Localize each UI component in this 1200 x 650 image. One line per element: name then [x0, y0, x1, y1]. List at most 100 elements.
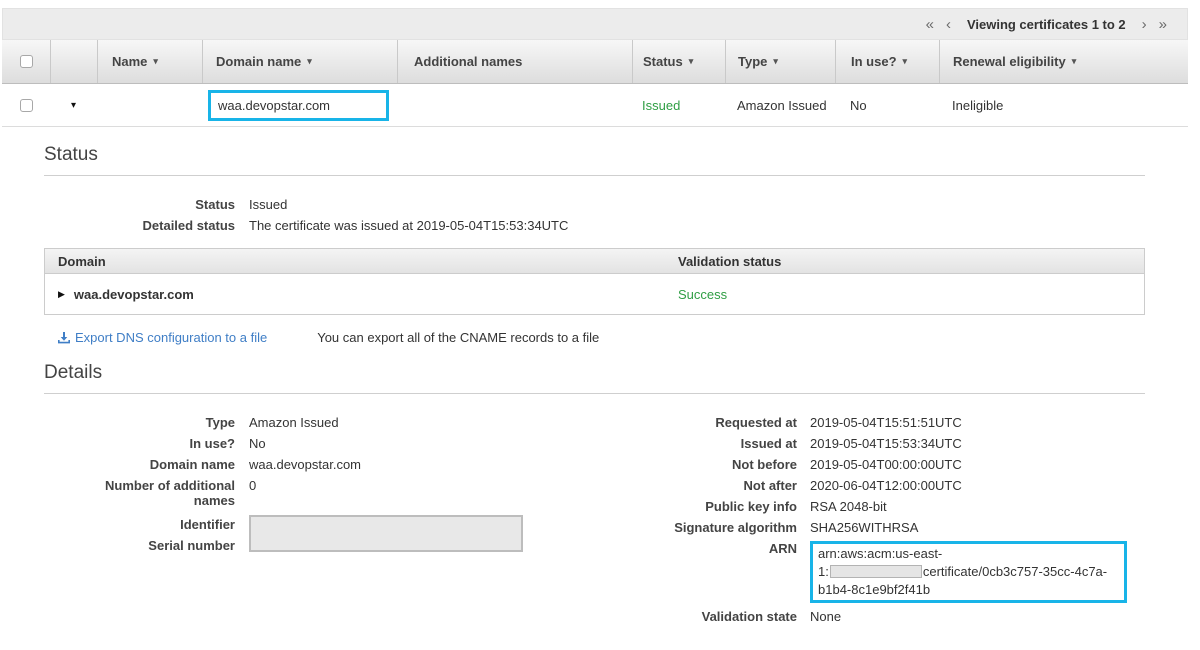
row-name-cell — [97, 84, 202, 126]
row-domain-value: waa.devopstar.com — [218, 98, 330, 113]
header-name-label: Name — [112, 54, 147, 69]
type-row: Type Amazon Issued — [44, 415, 602, 430]
in-use-label: In use? — [44, 436, 249, 451]
row-in-use-value: No — [850, 98, 867, 113]
issued-at-label: Issued at — [602, 436, 810, 451]
issued-at-value: 2019-05-04T15:53:34UTC — [810, 436, 962, 451]
row-type-cell: Amazon Issued — [725, 84, 835, 126]
signature-algorithm-label: Signature algorithm — [602, 520, 810, 535]
select-all-cell — [2, 40, 50, 83]
detailed-status-row: Detailed status The certificate was issu… — [44, 218, 1145, 233]
row-type-value: Amazon Issued — [737, 98, 827, 113]
sort-caret-icon: ▾ — [153, 56, 158, 67]
domain-validation-table: Domain Validation status ▶ waa.devopstar… — [44, 248, 1145, 315]
header-in-use[interactable]: In use? ▾ — [835, 40, 939, 83]
status-section: Status Status Issued Detailed status The… — [44, 127, 1145, 345]
arn-line-2: 1:certificate/0cb3c757-35cc-4c7a- — [818, 563, 1119, 581]
pagination-toolbar: « ‹ Viewing certificates 1 to 2 › » — [2, 8, 1188, 40]
requested-at-value: 2019-05-04T15:51:51UTC — [810, 415, 962, 430]
identifier-serial-redaction-box — [249, 515, 523, 552]
not-after-label: Not after — [602, 478, 810, 493]
domain-name-row: Domain name waa.devopstar.com — [44, 457, 602, 472]
not-before-label: Not before — [602, 457, 810, 472]
details-right-column: Requested at 2019-05-04T15:51:51UTC Issu… — [602, 415, 1145, 630]
header-domain-label: Domain name — [216, 54, 301, 69]
validation-state-row: Validation state None — [602, 609, 1145, 624]
acm-certificate-page: « ‹ Viewing certificates 1 to 2 › » Name… — [2, 8, 1188, 650]
download-icon — [57, 331, 71, 345]
row-in-use-cell: No — [835, 84, 939, 126]
domain-table-row: ▶ waa.devopstar.com Success — [45, 274, 1144, 314]
header-status[interactable]: Status ▾ — [632, 40, 725, 83]
expand-domain-icon[interactable]: ▶ — [58, 289, 65, 300]
header-additional-names: Additional names — [397, 40, 632, 83]
public-key-label: Public key info — [602, 499, 810, 514]
arn-line-2-suffix: certificate/0cb3c757-35cc-4c7a- — [923, 564, 1107, 579]
details-section-title: Details — [44, 345, 1145, 394]
validation-status-value: Success — [678, 287, 727, 302]
row-select-cell — [2, 84, 50, 126]
row-checkbox[interactable] — [20, 99, 33, 112]
domain-column-header: Domain — [45, 254, 678, 269]
additional-names-count-value: 0 — [249, 478, 256, 508]
in-use-row: In use? No — [44, 436, 602, 451]
header-type[interactable]: Type ▾ — [725, 40, 835, 83]
header-name[interactable]: Name ▾ — [97, 40, 202, 83]
header-domain-name[interactable]: Domain name ▾ — [202, 40, 397, 83]
requested-at-label: Requested at — [602, 415, 810, 430]
select-all-checkbox[interactable] — [20, 55, 33, 68]
pagination-label: Viewing certificates 1 to 2 — [967, 17, 1126, 32]
prev-page-icon[interactable]: ‹ — [940, 15, 957, 34]
arn-highlight-box: arn:aws:acm:us-east- 1:certificate/0cb3c… — [810, 541, 1127, 603]
domain-table-header: Domain Validation status — [45, 249, 1144, 274]
status-kv-block: Status Issued Detailed status The certif… — [44, 197, 1145, 233]
additional-names-count-row: Number of additional names 0 — [44, 478, 602, 508]
header-renewal-eligibility[interactable]: Renewal eligibility ▾ — [939, 40, 1188, 83]
details-grid: Type Amazon Issued In use? No Domain nam… — [44, 415, 1145, 650]
type-value: Amazon Issued — [249, 415, 339, 430]
signature-algorithm-value: SHA256WITHRSA — [810, 520, 918, 535]
details-left-column: Type Amazon Issued In use? No Domain nam… — [44, 415, 602, 630]
arn-line-1: arn:aws:acm:us-east- — [818, 545, 1119, 563]
detailed-status-label: Detailed status — [44, 218, 249, 233]
last-page-icon[interactable]: » — [1153, 15, 1173, 34]
next-page-icon[interactable]: › — [1136, 15, 1153, 34]
domain-value: waa.devopstar.com — [74, 287, 194, 302]
export-hint-text: You can export all of the CNAME records … — [317, 330, 599, 345]
in-use-value: No — [249, 436, 266, 451]
sort-caret-icon: ▾ — [1072, 56, 1077, 67]
identifier-serial-row: Identifier Serial number — [44, 514, 602, 556]
domain-name-value: waa.devopstar.com — [249, 457, 361, 472]
not-before-value: 2019-05-04T00:00:00UTC — [810, 457, 962, 472]
sort-caret-icon: ▾ — [903, 56, 908, 67]
certificates-table-header: Name ▾ Domain name ▾ Additional names St… — [2, 40, 1188, 84]
not-after-value: 2020-06-04T12:00:00UTC — [810, 478, 962, 493]
sort-caret-icon: ▾ — [689, 56, 694, 67]
domain-name-highlight-box: waa.devopstar.com — [208, 90, 389, 121]
status-section-title: Status — [44, 127, 1145, 176]
account-id-redaction-box — [830, 565, 922, 578]
export-row: Export DNS configuration to a file You c… — [44, 330, 1145, 345]
not-after-row: Not after 2020-06-04T12:00:00UTC — [602, 478, 1145, 493]
export-dns-link[interactable]: Export DNS configuration to a file — [57, 330, 267, 345]
details-section: Details Type Amazon Issued In use? No Do… — [44, 345, 1145, 650]
row-additional-cell — [397, 84, 632, 126]
requested-at-row: Requested at 2019-05-04T15:51:51UTC — [602, 415, 1145, 430]
domain-name-label: Domain name — [44, 457, 249, 472]
arn-label: ARN — [602, 541, 810, 603]
export-dns-label: Export DNS configuration to a file — [75, 330, 267, 345]
row-renewal-cell: Ineligible — [939, 84, 1188, 126]
first-page-icon[interactable]: « — [920, 15, 940, 34]
row-status-cell: Issued — [632, 84, 725, 126]
sort-caret-icon: ▾ — [773, 56, 778, 67]
status-value: Issued — [249, 197, 287, 212]
issued-at-row: Issued at 2019-05-04T15:53:34UTC — [602, 436, 1145, 451]
row-expand-cell: ▾ — [50, 84, 97, 126]
sort-caret-icon: ▾ — [307, 56, 312, 67]
arn-line-3: b1b4-8c1e9bf2f41b — [818, 581, 1119, 599]
collapse-row-icon[interactable]: ▾ — [71, 100, 76, 111]
validation-state-label: Validation state — [602, 609, 810, 624]
header-status-label: Status — [643, 54, 683, 69]
signature-algorithm-row: Signature algorithm SHA256WITHRSA — [602, 520, 1145, 535]
validation-state-value: None — [810, 609, 841, 624]
